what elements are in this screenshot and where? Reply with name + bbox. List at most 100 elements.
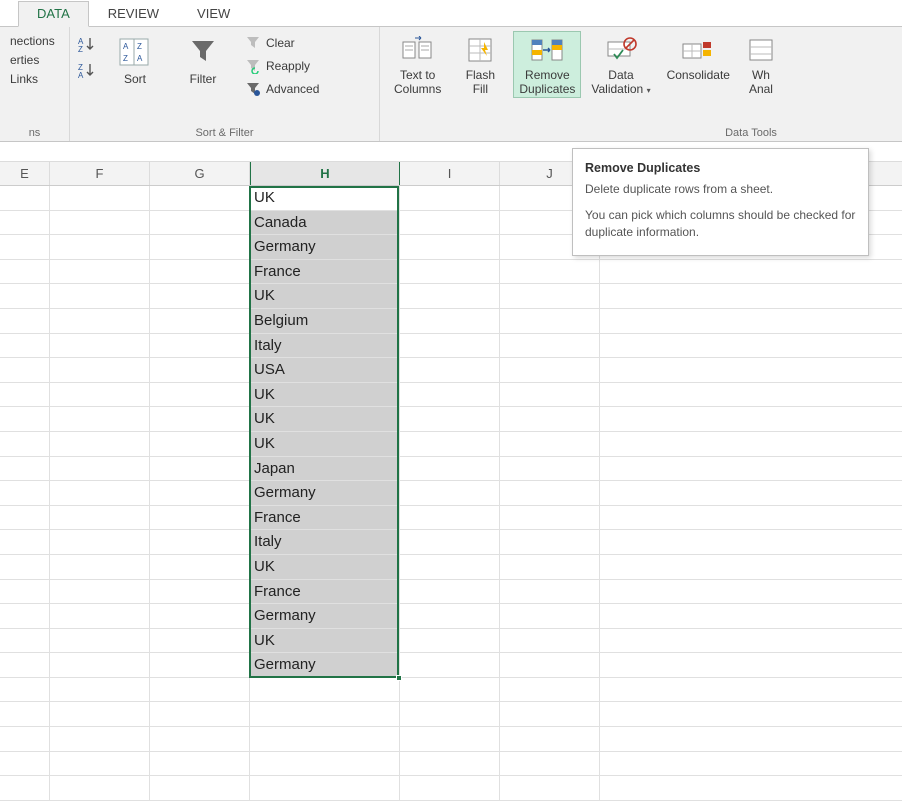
cell[interactable] xyxy=(400,334,500,359)
clear-button[interactable]: Clear xyxy=(242,33,321,53)
cell[interactable] xyxy=(400,358,500,383)
cell[interactable] xyxy=(400,260,500,285)
cell[interactable]: Germany xyxy=(250,235,400,260)
properties-item[interactable]: erties xyxy=(8,52,57,68)
cell[interactable] xyxy=(600,383,902,408)
table-row[interactable]: UK xyxy=(0,432,902,457)
cell[interactable] xyxy=(400,629,500,654)
cell[interactable] xyxy=(400,457,500,482)
cell[interactable] xyxy=(500,678,600,703)
cell[interactable]: Italy xyxy=(250,530,400,555)
consolidate-button[interactable]: Consolidate xyxy=(661,31,736,83)
cell[interactable] xyxy=(400,530,500,555)
cell[interactable] xyxy=(500,776,600,801)
cell[interactable] xyxy=(150,383,250,408)
cell[interactable] xyxy=(150,284,250,309)
cell[interactable]: Italy xyxy=(250,334,400,359)
cell[interactable] xyxy=(150,186,250,211)
cell[interactable] xyxy=(400,432,500,457)
cell[interactable] xyxy=(50,309,150,334)
cell[interactable] xyxy=(250,776,400,801)
cell[interactable] xyxy=(600,678,902,703)
selection-handle[interactable] xyxy=(396,675,402,681)
cell[interactable] xyxy=(500,407,600,432)
cell[interactable]: Germany xyxy=(250,604,400,629)
remove-duplicates-button[interactable]: Remove Duplicates xyxy=(513,31,581,98)
cell[interactable]: Japan xyxy=(250,457,400,482)
cell[interactable] xyxy=(400,555,500,580)
cell[interactable]: France xyxy=(250,580,400,605)
cell[interactable] xyxy=(600,334,902,359)
cell[interactable] xyxy=(500,284,600,309)
sort-button[interactable]: AZZA Sort xyxy=(106,31,164,87)
cell[interactable] xyxy=(50,432,150,457)
cell[interactable] xyxy=(0,407,50,432)
cell[interactable] xyxy=(400,752,500,777)
cell[interactable] xyxy=(150,776,250,801)
cell[interactable] xyxy=(50,727,150,752)
cell[interactable]: UK xyxy=(250,629,400,654)
cell[interactable] xyxy=(600,407,902,432)
text-to-columns-button[interactable]: Text to Columns xyxy=(388,31,447,97)
cell[interactable] xyxy=(400,604,500,629)
cell[interactable] xyxy=(500,260,600,285)
cell[interactable] xyxy=(50,284,150,309)
cell[interactable] xyxy=(600,555,902,580)
cell[interactable]: UK xyxy=(250,432,400,457)
cell[interactable] xyxy=(500,432,600,457)
cell[interactable] xyxy=(0,457,50,482)
table-row[interactable]: Belgium xyxy=(0,309,902,334)
cell[interactable] xyxy=(0,211,50,236)
cell[interactable] xyxy=(500,309,600,334)
cell[interactable] xyxy=(150,457,250,482)
cell[interactable]: USA xyxy=(250,358,400,383)
cell[interactable] xyxy=(500,481,600,506)
cell[interactable] xyxy=(50,260,150,285)
cell[interactable] xyxy=(150,580,250,605)
cell[interactable] xyxy=(150,407,250,432)
cell[interactable] xyxy=(400,235,500,260)
cell[interactable] xyxy=(600,260,902,285)
cell[interactable]: Belgium xyxy=(250,309,400,334)
cell[interactable] xyxy=(500,383,600,408)
cell[interactable] xyxy=(600,284,902,309)
sort-asc-icon[interactable]: AZ xyxy=(78,35,96,53)
cell[interactable] xyxy=(500,334,600,359)
cell[interactable] xyxy=(600,702,902,727)
cell[interactable] xyxy=(150,334,250,359)
cell[interactable] xyxy=(0,629,50,654)
cell[interactable] xyxy=(0,284,50,309)
cell[interactable] xyxy=(150,629,250,654)
cell[interactable] xyxy=(400,580,500,605)
cell[interactable] xyxy=(250,752,400,777)
table-row[interactable]: Germany xyxy=(0,653,902,678)
table-row[interactable]: UK xyxy=(0,383,902,408)
cell[interactable] xyxy=(400,702,500,727)
cell[interactable] xyxy=(150,211,250,236)
table-row[interactable]: Germany xyxy=(0,481,902,506)
table-row[interactable] xyxy=(0,776,902,801)
what-if-button[interactable]: Wh Anal xyxy=(740,31,782,97)
cell[interactable] xyxy=(150,555,250,580)
cell[interactable] xyxy=(600,506,902,531)
cell[interactable] xyxy=(600,776,902,801)
cell[interactable] xyxy=(600,481,902,506)
cell[interactable] xyxy=(50,530,150,555)
cell[interactable] xyxy=(0,432,50,457)
spreadsheet-grid[interactable]: UKCanadaGermanyFranceUKBelgiumItalyUSAUK… xyxy=(0,186,902,801)
cell[interactable] xyxy=(250,678,400,703)
table-row[interactable]: UK xyxy=(0,407,902,432)
table-row[interactable]: Italy xyxy=(0,530,902,555)
cell[interactable]: Germany xyxy=(250,481,400,506)
advanced-button[interactable]: Advanced xyxy=(242,79,321,99)
cell[interactable] xyxy=(0,752,50,777)
cell[interactable] xyxy=(600,432,902,457)
table-row[interactable]: UK xyxy=(0,284,902,309)
cell[interactable] xyxy=(400,776,500,801)
cell[interactable] xyxy=(0,506,50,531)
cell[interactable] xyxy=(50,457,150,482)
column-header-i[interactable]: I xyxy=(400,162,500,185)
cell[interactable] xyxy=(500,580,600,605)
cell[interactable] xyxy=(0,383,50,408)
cell[interactable] xyxy=(400,309,500,334)
